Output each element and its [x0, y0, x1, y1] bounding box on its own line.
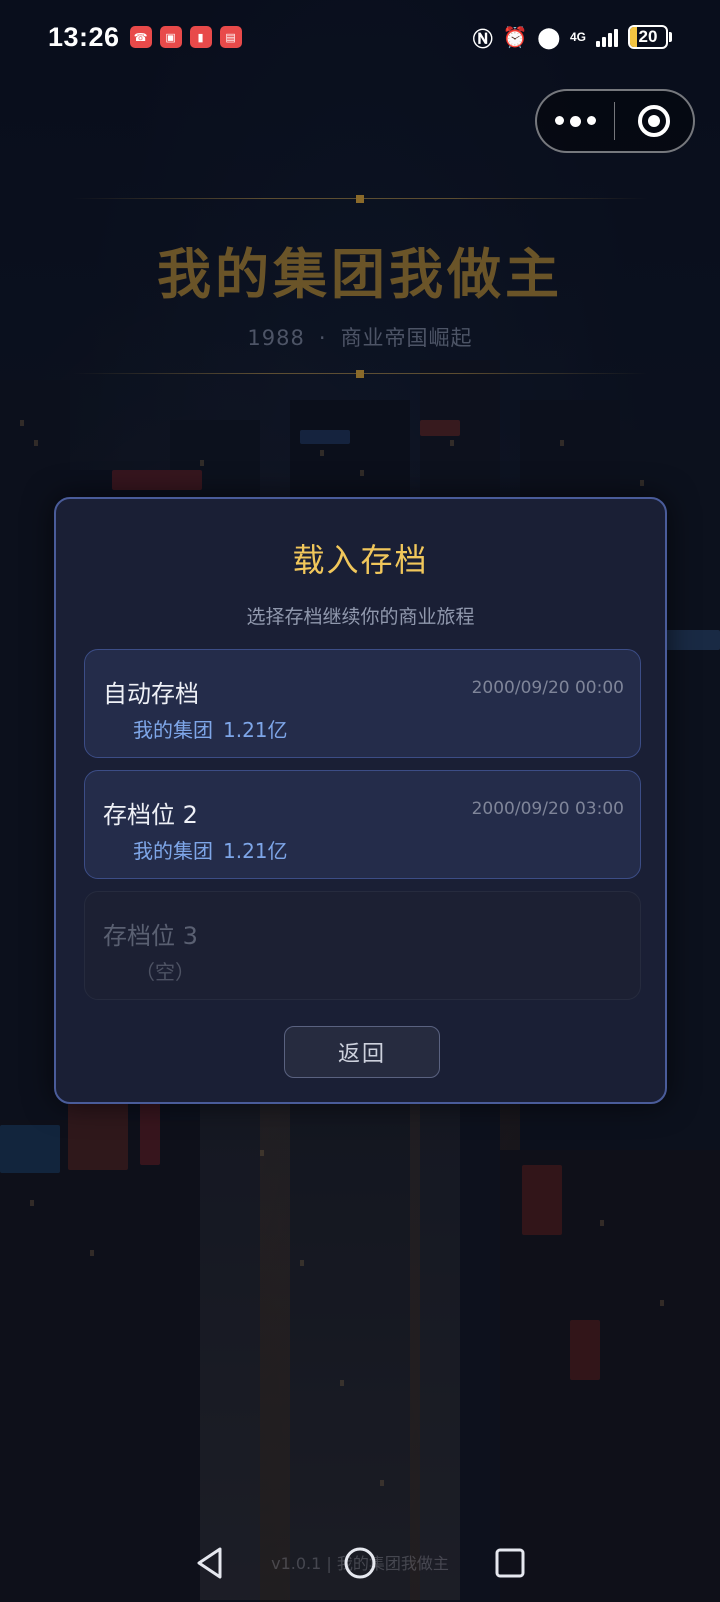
- network-type: 4G: [569, 30, 586, 44]
- alarm-icon: ⏰: [502, 26, 528, 49]
- app-notification-icon: ▮: [189, 26, 212, 48]
- slot-info: 我的集团 1.21亿: [133, 835, 288, 864]
- close-miniprogram-icon[interactable]: [615, 105, 693, 137]
- battery-level: 20: [638, 27, 658, 46]
- slot-name: 自动存档: [103, 680, 199, 708]
- location-icon: ⬤: [537, 26, 560, 49]
- home-nav-icon[interactable]: [340, 1543, 380, 1583]
- slot-time: 2000/09/20 03:00: [471, 799, 624, 819]
- system-icons: Ⓝ ⏰ ⬤ 4G 20: [473, 23, 672, 52]
- subtitle-year: 1988: [247, 326, 305, 350]
- notification-icons: ☎ ▣ ▮ ▤: [129, 26, 242, 48]
- battery-icon: 20: [628, 25, 672, 49]
- slot-name: 存档位 3: [103, 922, 198, 950]
- subtitle-separator: ·: [318, 326, 327, 350]
- slot-name: 存档位 2: [103, 801, 198, 829]
- dialog-title: 载入存档: [292, 541, 429, 579]
- more-options-icon[interactable]: [537, 115, 614, 127]
- top-divider-dot: [356, 195, 364, 203]
- back-nav-icon[interactable]: [190, 1543, 230, 1583]
- system-navigation-bar: [0, 1535, 720, 1591]
- subtitle-tagline: 商业帝国崛起: [340, 326, 473, 350]
- load-save-dialog: 载入存档 选择存档继续你的商业旅程 自动存档 2000/09/20 00:00 …: [54, 497, 667, 1104]
- save-slot-3[interactable]: 存档位 3 （空）: [84, 891, 641, 1000]
- phone-notification-icon: ☎: [129, 26, 152, 48]
- slot-company: 我的集团: [133, 718, 213, 742]
- save-slot-auto[interactable]: 自动存档 2000/09/20 00:00 我的集团 1.21亿: [84, 649, 641, 758]
- save-slot-2[interactable]: 存档位 2 2000/09/20 03:00 我的集团 1.21亿: [84, 770, 641, 879]
- game-title: 我的集团我做主: [157, 242, 563, 306]
- slot-info: 我的集团 1.21亿: [133, 714, 288, 743]
- signal-icon: [596, 27, 618, 47]
- video-notification-icon: ▤: [219, 26, 242, 48]
- back-button[interactable]: 返回: [284, 1026, 440, 1078]
- nfc-icon: Ⓝ: [472, 28, 493, 51]
- miniprogram-capsule: [535, 89, 695, 153]
- recents-nav-icon[interactable]: [490, 1543, 530, 1583]
- slot-empty-label: （空）: [135, 960, 195, 984]
- shop-notification-icon: ▣: [159, 26, 182, 48]
- status-time: 13:26: [48, 21, 120, 52]
- game-subtitle: 1988 · 商业帝国崛起: [0, 322, 720, 352]
- status-bar: 13:26 ☎ ▣ ▮ ▤ Ⓝ ⏰ ⬤ 4G 20: [0, 0, 720, 74]
- bottom-divider-dot: [356, 370, 364, 378]
- slot-company: 我的集团: [133, 839, 213, 863]
- dialog-subtitle: 选择存档继续你的商业旅程: [246, 606, 475, 628]
- slot-money: 1.21亿: [223, 839, 288, 863]
- slot-time: 2000/09/20 00:00: [471, 678, 624, 698]
- slot-money: 1.21亿: [223, 718, 288, 742]
